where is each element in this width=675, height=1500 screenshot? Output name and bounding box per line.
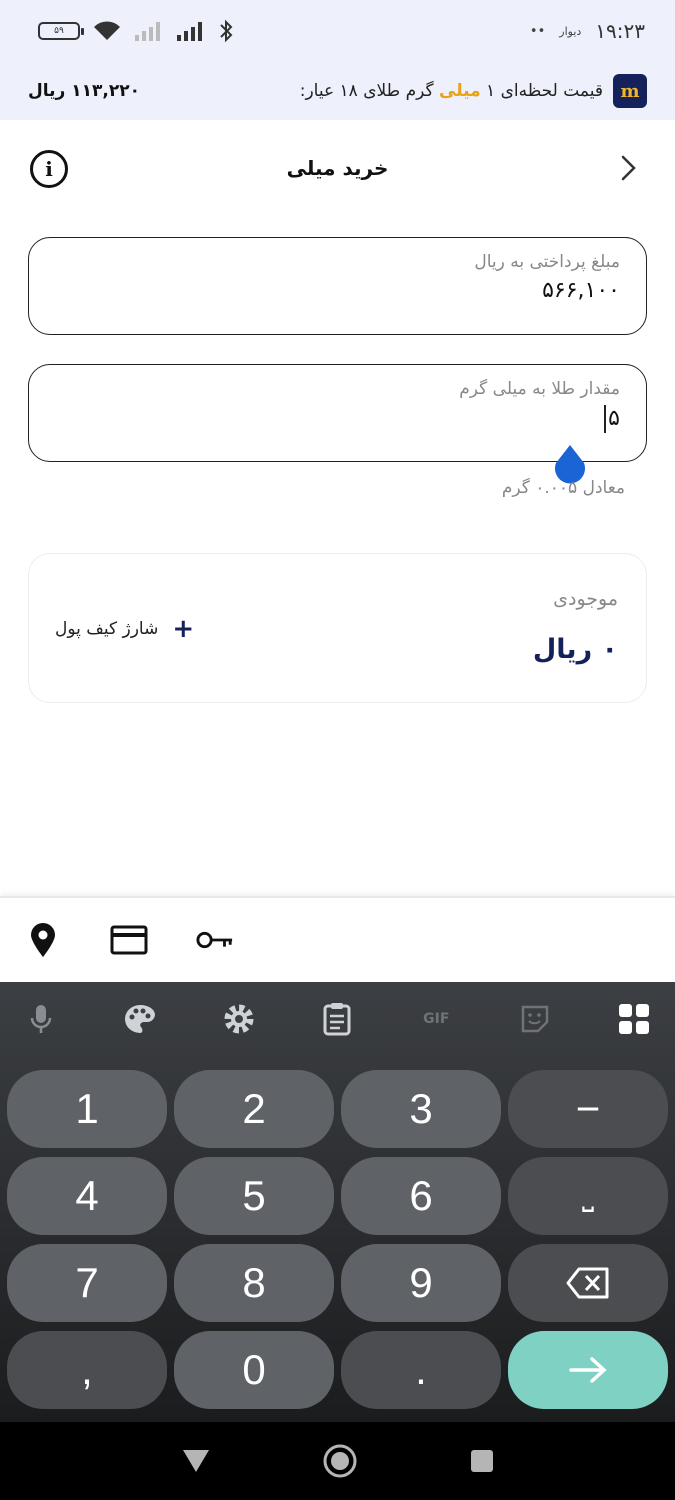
plus-icon: + xyxy=(172,614,195,644)
autofill-toolbar xyxy=(0,896,675,982)
signal-icon-2 xyxy=(177,22,202,41)
balance-value: ۰ ریال xyxy=(532,634,618,665)
backspace-icon xyxy=(566,1267,609,1299)
banner-info: m قیمت لحظه‌ای ۱ میلی گرم طلای ۱۸ عیار: xyxy=(300,74,647,108)
key-comma[interactable]: , xyxy=(7,1331,167,1409)
key-2[interactable]: 2 xyxy=(174,1070,334,1148)
apps-grid-icon[interactable] xyxy=(615,1000,653,1038)
key-3[interactable]: 3 xyxy=(341,1070,501,1148)
system-nav-bar xyxy=(0,1422,675,1500)
brand-logo: m xyxy=(613,74,647,108)
clipboard-icon[interactable] xyxy=(318,1000,356,1038)
status-bar: ۵۹ •• دیوار ۱۹:۲۳ xyxy=(0,0,675,62)
gold-amount-input[interactable]: ۵ xyxy=(55,405,620,433)
bluetooth-icon xyxy=(220,19,233,43)
gold-amount-label: مقدار طلا به میلی گرم xyxy=(459,379,620,399)
key-1[interactable]: 1 xyxy=(7,1070,167,1148)
back-triangle-icon[interactable] xyxy=(180,1447,212,1475)
payment-amount-label: مبلغ پرداختی به ریال xyxy=(474,252,620,272)
notification-app-label: دیوار xyxy=(559,24,582,38)
key-8[interactable]: 8 xyxy=(174,1244,334,1322)
balance-label: موجودی xyxy=(553,588,618,610)
key-minus[interactable]: − xyxy=(508,1070,668,1148)
key-7[interactable]: 7 xyxy=(7,1244,167,1322)
status-icons: ۵۹ xyxy=(38,19,234,43)
signal-icon xyxy=(135,22,160,41)
key-0[interactable]: 0 xyxy=(174,1331,334,1409)
key-period[interactable]: . xyxy=(341,1331,501,1409)
status-right: •• دیوار ۱۹:۲۳ xyxy=(530,19,645,43)
notification-dots: •• xyxy=(529,23,546,39)
location-icon[interactable] xyxy=(24,921,62,959)
arrow-right-icon xyxy=(569,1357,607,1383)
wifi-icon xyxy=(94,21,120,40)
gif-label: GIF xyxy=(423,1011,450,1027)
balance-card: موجودی ۰ ریال + شارژ کیف پول xyxy=(28,553,647,703)
palette-icon[interactable] xyxy=(121,1000,159,1038)
page-header: i خرید میلی xyxy=(0,120,675,216)
banner-text-before: قیمت لحظه‌ای ۱ xyxy=(486,81,603,101)
key-space[interactable]: ⎵ xyxy=(508,1157,668,1235)
key-5[interactable]: 5 xyxy=(174,1157,334,1235)
key-icon[interactable] xyxy=(196,921,234,959)
banner-text: قیمت لحظه‌ای ۱ میلی گرم طلای ۱۸ عیار: xyxy=(300,81,603,101)
key-9[interactable]: 9 xyxy=(341,1244,501,1322)
key-6[interactable]: 6 xyxy=(341,1157,501,1235)
keyboard-toolbar: GIF xyxy=(0,982,675,1056)
page-title: خرید میلی xyxy=(286,156,389,180)
key-enter[interactable] xyxy=(508,1331,668,1409)
key-grid: 1 2 3 − 4 5 6 ⎵ 7 8 9 , 0 . xyxy=(7,1070,668,1409)
price-banner: m قیمت لحظه‌ای ۱ میلی گرم طلای ۱۸ عیار: … xyxy=(0,62,675,120)
recents-square-icon[interactable] xyxy=(468,1447,496,1475)
banner-text-after: گرم طلای ۱۸ عیار: xyxy=(299,81,434,101)
gif-button[interactable]: GIF xyxy=(417,1000,455,1038)
banner-price: ۱۱۳,۲۲۰ ریال xyxy=(28,81,140,101)
equivalent-grams: معادل ۰.۰۰۵ گرم xyxy=(501,478,625,498)
banner-text-highlight: میلی xyxy=(439,81,481,101)
clock: ۱۹:۲۳ xyxy=(595,19,645,43)
credit-card-icon[interactable] xyxy=(110,921,148,959)
microphone-icon[interactable] xyxy=(22,1000,60,1038)
key-4[interactable]: 4 xyxy=(7,1157,167,1235)
numeric-keyboard: GIF 1 2 3 − 4 5 6 ⎵ 7 8 9 , 0 . xyxy=(0,982,675,1422)
payment-amount-value: ۵۶۶,۱۰۰ xyxy=(542,278,620,303)
back-button[interactable] xyxy=(615,154,643,182)
sticker-icon[interactable] xyxy=(516,1000,554,1038)
key-backspace[interactable] xyxy=(508,1244,668,1322)
home-circle-icon[interactable] xyxy=(322,1443,358,1479)
gold-amount-value: ۵ xyxy=(608,406,620,431)
text-caret xyxy=(604,405,607,433)
payment-amount-field[interactable]: مبلغ پرداختی به ریال ۵۶۶,۱۰۰ xyxy=(28,237,647,335)
info-icon[interactable]: i xyxy=(30,150,68,188)
battery-icon: ۵۹ xyxy=(38,22,84,40)
charge-wallet-label: شارژ کیف پول xyxy=(55,619,159,639)
settings-gear-icon[interactable] xyxy=(220,1000,258,1038)
charge-wallet-button[interactable]: + شارژ کیف پول xyxy=(55,614,194,644)
chevron-right-icon xyxy=(621,155,636,181)
